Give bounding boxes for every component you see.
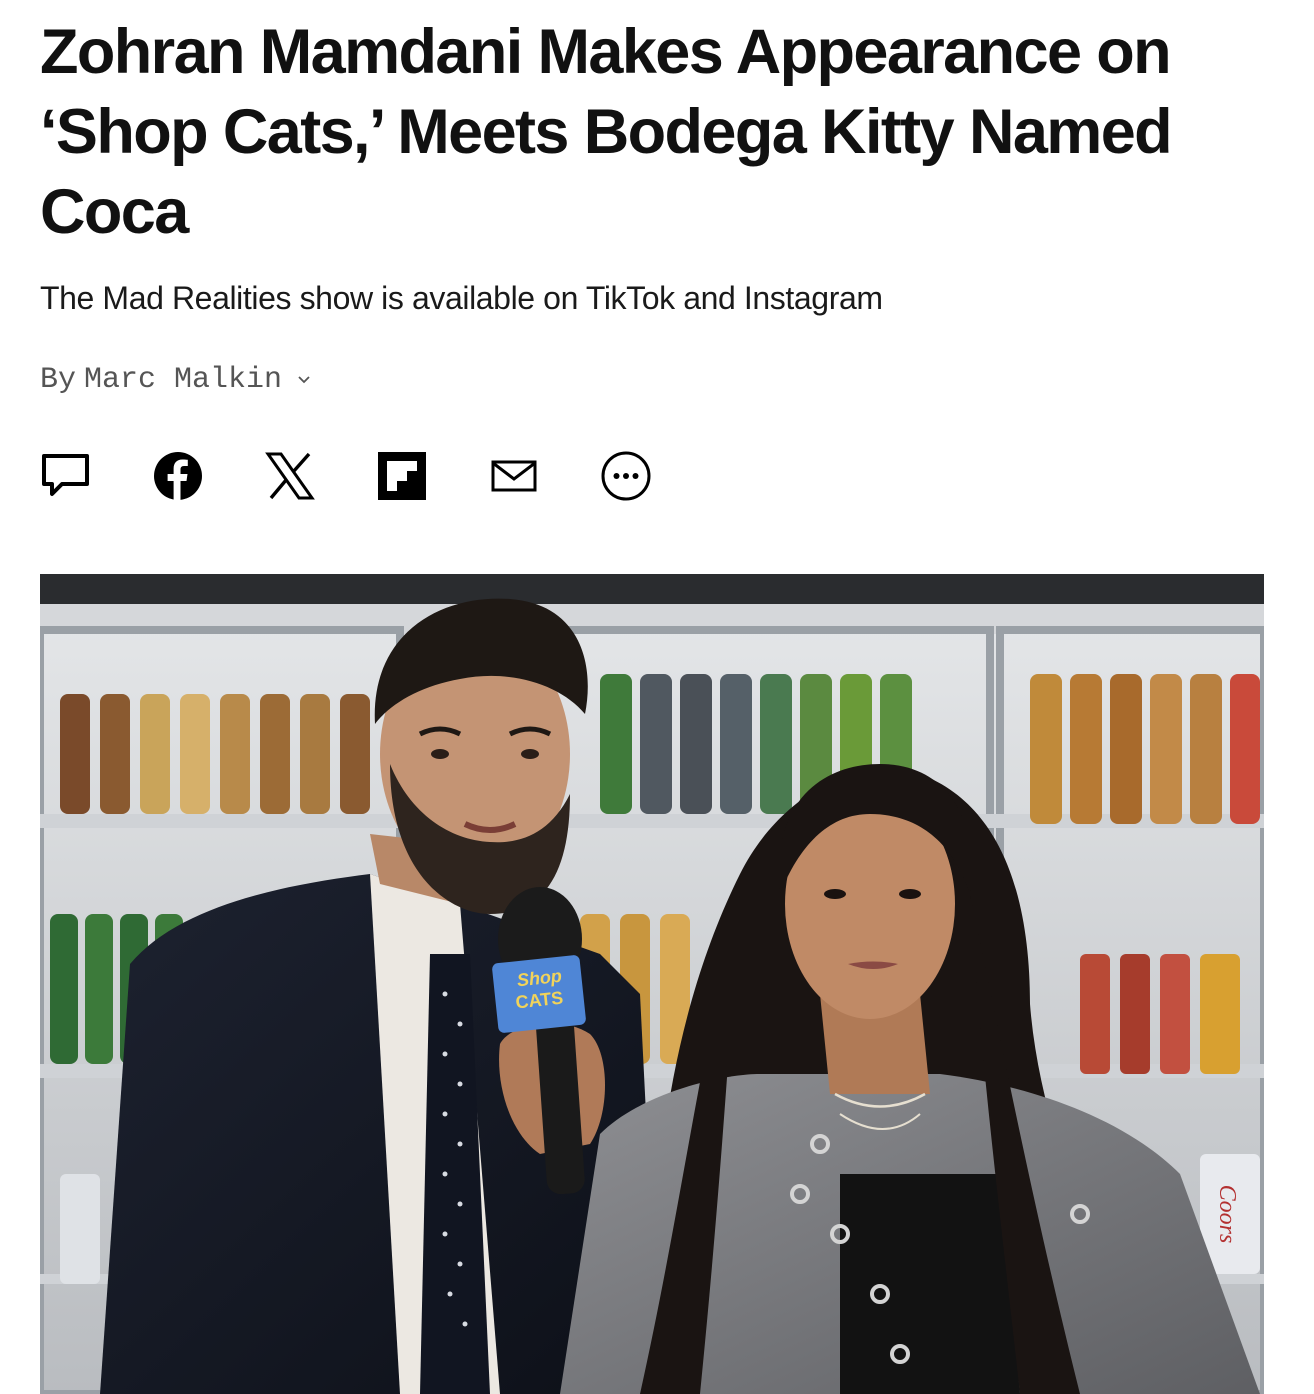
article-dek: The Mad Realities show is available on T… (40, 280, 883, 316)
email-icon (491, 460, 537, 492)
hero-photo-illustration: Coors Shop CATS (40, 574, 1264, 1394)
byline-author-link[interactable]: Marc Malkin (84, 363, 282, 397)
flipboard-share-button[interactable] (374, 448, 430, 504)
can-label: Coors (1214, 1185, 1240, 1244)
facebook-share-button[interactable] (150, 448, 206, 504)
hero-image: Coors Shop CATS (40, 574, 1264, 1394)
email-share-button[interactable] (486, 448, 542, 504)
comment-icon (42, 454, 89, 496)
facebook-icon (154, 452, 202, 500)
more-icon (601, 451, 651, 501)
chevron-down-icon[interactable] (294, 370, 314, 390)
more-share-button[interactable] (598, 448, 654, 504)
byline: By Marc Malkin (40, 358, 314, 402)
x-icon (265, 452, 315, 500)
share-bar (38, 448, 654, 504)
article-headline: Zohran Mamdani Makes Appearance on ‘Shop… (40, 17, 1173, 247)
bottles-top-shelf (60, 674, 1260, 824)
comments-button[interactable] (38, 448, 94, 504)
byline-prefix: By (40, 363, 77, 397)
x-share-button[interactable] (262, 448, 318, 504)
flipboard-icon (378, 452, 426, 500)
